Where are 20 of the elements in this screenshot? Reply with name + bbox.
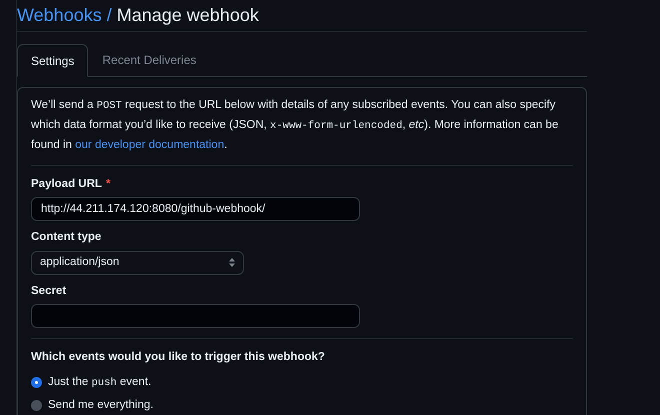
tab[interactable]: Recent Deliveries	[88, 44, 210, 76]
breadcrumb-separator: /	[106, 4, 112, 27]
radio-label: Send me everything.	[48, 398, 154, 413]
page-title: Manage webhook	[116, 4, 259, 27]
select-arrows-icon	[229, 258, 235, 267]
field-label: Payload URL	[31, 177, 102, 192]
text-field[interactable]	[31, 304, 360, 328]
text-field[interactable]: http://44.211.174.120:8080/github-webhook/	[31, 197, 360, 222]
required-mark: *	[106, 177, 110, 192]
documentation-link[interactable]: our developer documentation	[75, 139, 224, 151]
events-question: Which events would you like to trigger this webhook?	[31, 350, 326, 365]
intro-paragraph: We’ll send a POST request to the URL below with details of any subscribed events. You can also specify which data format you’d like to receive (JSON, x-www-form-urlencoded, etc). More information can be found in our developer documentation.	[31, 96, 573, 166]
field-label: Content type	[31, 230, 102, 246]
radio-button[interactable]	[31, 400, 42, 411]
radio-label: Just the push event.	[48, 375, 152, 391]
tab[interactable]: Settings	[17, 44, 88, 77]
content-type-select[interactable]: application/json	[31, 250, 244, 274]
breadcrumb-link[interactable]: Webhooks	[17, 2, 102, 29]
field-label: Secret	[31, 284, 66, 298]
radio-button[interactable]	[31, 377, 42, 388]
